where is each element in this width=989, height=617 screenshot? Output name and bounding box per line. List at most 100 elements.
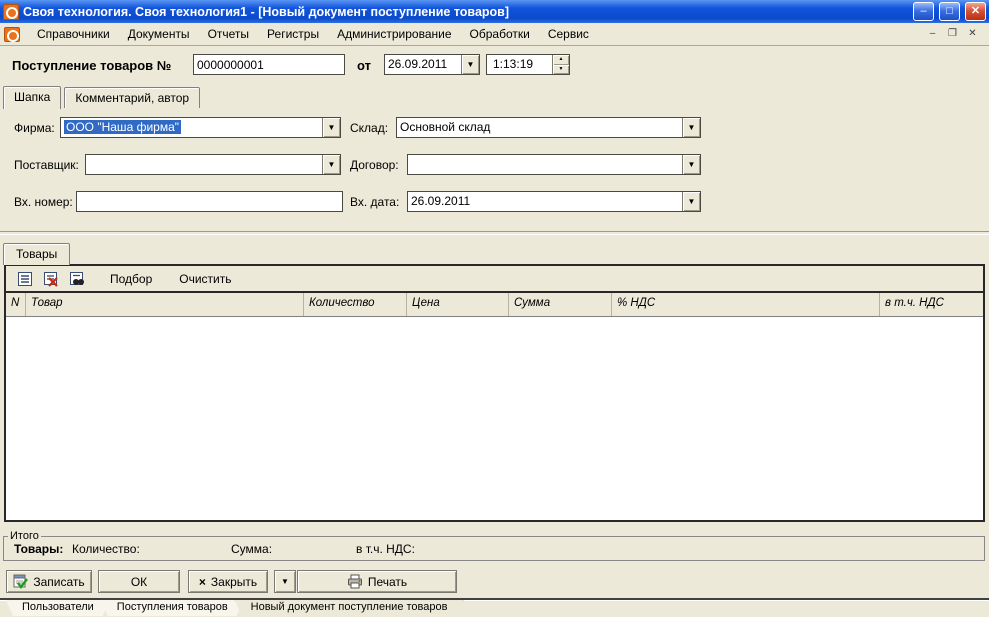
more-actions-dropdown-button[interactable]: ▼: [274, 570, 296, 593]
firma-label: Фирма:: [14, 121, 55, 135]
chevron-down-icon[interactable]: ▼: [682, 155, 700, 174]
spinner-up-icon[interactable]: ▲: [553, 55, 569, 65]
document-date-value[interactable]: 26.09.2011: [385, 55, 461, 74]
postavshchik-combobox[interactable]: ▼: [85, 154, 341, 175]
vh-nomer-label: Вх. номер:: [14, 195, 73, 209]
menu-bar: Справочники Документы Отчеты Регистры Ад…: [0, 23, 989, 46]
window-title: Своя технология. Своя технология1 - [Нов…: [23, 5, 908, 19]
ok-button-label: ОК: [131, 575, 147, 589]
from-label: от: [357, 58, 371, 73]
podbor-button[interactable]: Подбор: [106, 270, 156, 288]
postavshchik-label: Поставщик:: [14, 158, 79, 172]
minimize-button[interactable]: –: [913, 2, 934, 21]
column-header-nds[interactable]: % НДС: [612, 293, 880, 316]
vh-nomer-input[interactable]: [76, 191, 343, 212]
mdi-window-controls: – ❐ ✕: [924, 27, 985, 42]
find-row-button[interactable]: [66, 269, 87, 288]
vh-data-value[interactable]: 26.09.2011: [408, 192, 682, 211]
menu-obrabotki[interactable]: Обработки: [461, 24, 539, 44]
chevron-down-icon[interactable]: ▼: [682, 118, 700, 137]
totals-summa-label: Сумма:: [231, 542, 272, 556]
menu-spravochniki[interactable]: Справочники: [28, 24, 119, 44]
chevron-down-icon[interactable]: ▼: [322, 118, 340, 137]
tab-shapka[interactable]: Шапка: [3, 86, 61, 109]
save-button-label: Записать: [33, 575, 84, 589]
document-header: Поступление товаров № от 26.09.2011 ▼ 1:…: [0, 46, 989, 86]
totals-tovary-label: Товары:: [14, 542, 63, 556]
document-date-combobox[interactable]: 26.09.2011 ▼: [384, 54, 480, 75]
column-header-summa[interactable]: Сумма: [509, 293, 612, 316]
print-icon: [347, 574, 363, 589]
vh-data-label: Вх. дата:: [350, 195, 399, 209]
column-header-tovar[interactable]: Товар: [26, 293, 304, 316]
dogovor-combobox[interactable]: ▼: [407, 154, 701, 175]
vh-data-combobox[interactable]: 26.09.2011 ▼: [407, 191, 701, 212]
print-button-label: Печать: [368, 575, 407, 589]
close-document-button[interactable]: × Закрыть: [188, 570, 268, 593]
delete-row-icon: [43, 271, 59, 287]
dogovor-label: Договор:: [350, 158, 399, 172]
title-bar: Своя технология. Своя технология1 - [Нов…: [0, 0, 989, 23]
bottom-tab-polzovateli[interactable]: Пользователи: [6, 600, 110, 616]
close-button[interactable]: ✕: [965, 2, 986, 21]
document-title-label: Поступление товаров №: [12, 58, 171, 73]
totals-legend: Итого: [8, 530, 41, 542]
sklad-value[interactable]: Основной склад: [397, 118, 682, 137]
firma-combobox[interactable]: ООО "Наша фирма" ▼: [60, 117, 341, 138]
application-window: Своя технология. Своя технология1 - [Нов…: [0, 0, 989, 617]
mdi-minimize-button[interactable]: –: [924, 27, 941, 42]
bottom-tab-novyy-dokument[interactable]: Новый документ поступление товаров: [235, 600, 464, 616]
menu-servis[interactable]: Сервис: [539, 24, 598, 44]
app-logo-icon: [3, 4, 19, 20]
totals-row: Товары: Количество: Сумма: в т.ч. НДС:: [4, 542, 984, 558]
totals-kolichestvo-label: Количество:: [72, 542, 140, 556]
menu-otchety[interactable]: Отчеты: [199, 24, 258, 44]
column-header-tsena[interactable]: Цена: [407, 293, 509, 316]
header-tabs: Шапка Комментарий, автор: [3, 87, 200, 108]
chevron-down-icon[interactable]: ▼: [322, 155, 340, 174]
chevron-down-icon[interactable]: ▼: [682, 192, 700, 211]
document-number-input[interactable]: [193, 54, 345, 75]
document-time-spinner[interactable]: 1:13:19 ▲ ▼: [486, 54, 570, 75]
mdi-close-button[interactable]: ✕: [964, 27, 981, 42]
dropdown-arrow-icon: ▼: [281, 577, 289, 586]
goods-toolbar: Подбор Очистить: [6, 266, 983, 293]
close-x-icon: ×: [199, 575, 206, 589]
column-header-kolichestvo[interactable]: Количество: [304, 293, 407, 316]
ok-button[interactable]: ОК: [98, 570, 180, 593]
menu-registry[interactable]: Регистры: [258, 24, 328, 44]
time-spinner-buttons: ▲ ▼: [552, 55, 569, 74]
delete-row-button[interactable]: [40, 269, 61, 288]
menu-administrirovanie[interactable]: Администрирование: [328, 24, 460, 44]
column-header-vtch-nds[interactable]: в т.ч. НДС: [880, 293, 983, 316]
bottom-tab-postupleniya-tovarov[interactable]: Поступления товаров: [101, 600, 244, 616]
postavshchik-value[interactable]: [86, 155, 322, 174]
mdi-restore-button[interactable]: ❐: [944, 27, 961, 42]
goods-table-body[interactable]: [6, 317, 983, 520]
totals-groupbox: Итого Товары: Количество: Сумма: в т.ч. …: [3, 530, 985, 561]
mdi-system-menu-icon[interactable]: [4, 27, 20, 42]
chevron-down-icon[interactable]: ▼: [461, 55, 479, 74]
sklad-combobox[interactable]: Основной склад ▼: [396, 117, 701, 138]
goods-table-header: N Товар Количество Цена Сумма % НДС в т.…: [6, 293, 983, 317]
goods-table-panel: Подбор Очистить N Товар Количество Цена …: [4, 264, 985, 522]
totals-nds-label: в т.ч. НДС:: [356, 542, 415, 556]
menu-dokumenty[interactable]: Документы: [119, 24, 199, 44]
save-button[interactable]: Записать: [6, 570, 92, 593]
tab-tovary[interactable]: Товары: [3, 243, 70, 265]
print-button[interactable]: Печать: [297, 570, 457, 593]
ochistit-button[interactable]: Очистить: [175, 270, 235, 288]
find-icon: [69, 271, 85, 287]
spinner-down-icon[interactable]: ▼: [553, 65, 569, 75]
close-button-label: Закрыть: [211, 575, 257, 589]
section-divider: [0, 231, 989, 235]
add-row-button[interactable]: [14, 269, 35, 288]
maximize-button[interactable]: □: [939, 2, 960, 21]
save-icon: [13, 574, 28, 589]
add-row-icon: [17, 271, 33, 287]
firma-value[interactable]: ООО "Наша фирма": [61, 118, 322, 137]
dogovor-value[interactable]: [408, 155, 682, 174]
tab-kommentariy-avtor[interactable]: Комментарий, автор: [64, 87, 200, 108]
document-time-value[interactable]: 1:13:19: [487, 55, 552, 74]
column-header-n[interactable]: N: [6, 293, 26, 316]
